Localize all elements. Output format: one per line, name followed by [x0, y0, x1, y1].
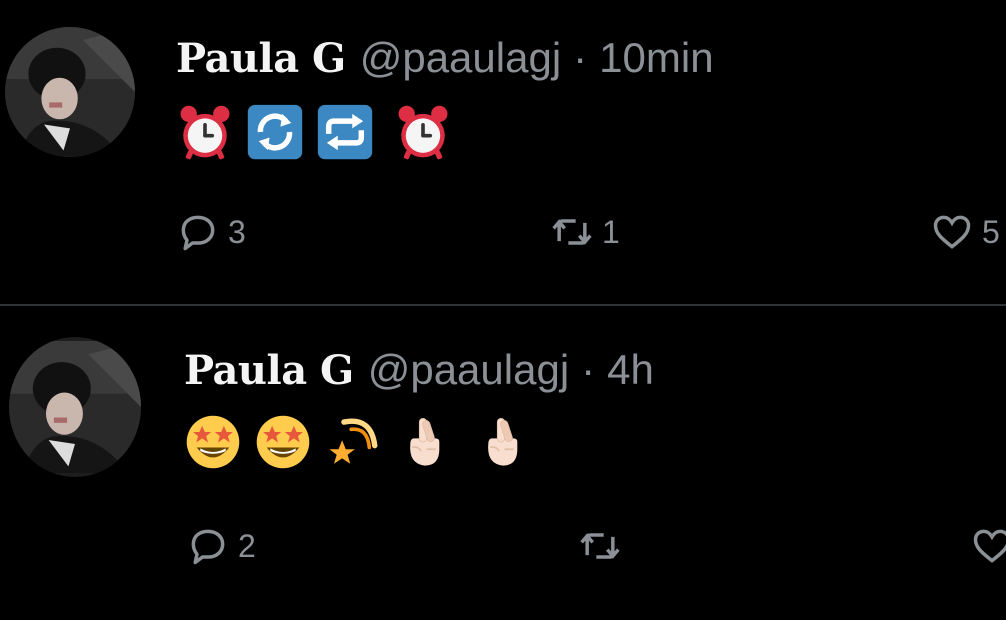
user-handle[interactable]: @paaulagj: [368, 346, 569, 394]
crossed-fingers-icon: [394, 413, 452, 471]
reply-button[interactable]: 3: [176, 210, 246, 254]
alarm-clock-icon: [394, 103, 452, 161]
display-name[interactable]: Paula G: [184, 347, 354, 394]
crossed-fingers-icon: [472, 413, 530, 471]
star-struck-icon: [184, 413, 242, 471]
like-button[interactable]: 5: [930, 210, 1000, 254]
reply-button[interactable]: 2: [186, 524, 256, 568]
tweet-header: Paula G @paaulagj · 10min: [176, 34, 714, 94]
retweet-icon: [580, 533, 620, 559]
retweet-count: 1: [602, 213, 620, 250]
tweet-header: Paula G @paaulagj · 4h: [184, 346, 654, 406]
separator-dot: ·: [573, 34, 588, 81]
reply-count: 2: [238, 527, 256, 564]
avatar[interactable]: [9, 337, 141, 477]
heart-icon: [973, 529, 1006, 563]
repeat-arrows-icon: [316, 103, 374, 161]
display-name[interactable]: Paula G: [176, 35, 346, 82]
timestamp[interactable]: 4h: [607, 346, 654, 394]
alarm-clock-icon: [176, 103, 234, 161]
tweet[interactable]: Paula G @paaulagj · 10min 3 1 5: [0, 0, 1006, 300]
avatar-photo: [9, 341, 141, 473]
avatar[interactable]: [5, 27, 135, 157]
reply-icon: [191, 529, 225, 565]
timeline-feed: Paula G @paaulagj · 10min 3 1 5 Paula G …: [0, 0, 1006, 620]
tweet-text: [176, 100, 464, 164]
counterclockwise-arrows-icon: [246, 103, 304, 161]
like-count: 5: [982, 213, 1000, 250]
heart-icon: [933, 215, 971, 249]
timestamp[interactable]: 10min: [599, 34, 713, 82]
tweet[interactable]: Paula G @paaulagj · 4h 2: [0, 310, 1006, 610]
tweet-actions: 2: [0, 524, 1006, 574]
tweet-actions: 3 1 5: [0, 210, 1006, 260]
reply-count: 3: [228, 213, 246, 250]
retweet-icon: [552, 219, 592, 245]
avatar-photo: [5, 27, 135, 157]
tweet-text: [184, 410, 542, 474]
separator-dot: ·: [581, 346, 596, 393]
like-button[interactable]: [970, 524, 1006, 568]
shooting-star-icon: [324, 413, 382, 471]
user-handle[interactable]: @paaulagj: [360, 34, 561, 82]
retweet-button[interactable]: 1: [550, 210, 620, 254]
reply-icon: [181, 215, 215, 251]
star-struck-icon: [254, 413, 312, 471]
retweet-button[interactable]: [578, 524, 630, 568]
tweet-divider: [0, 304, 1006, 306]
